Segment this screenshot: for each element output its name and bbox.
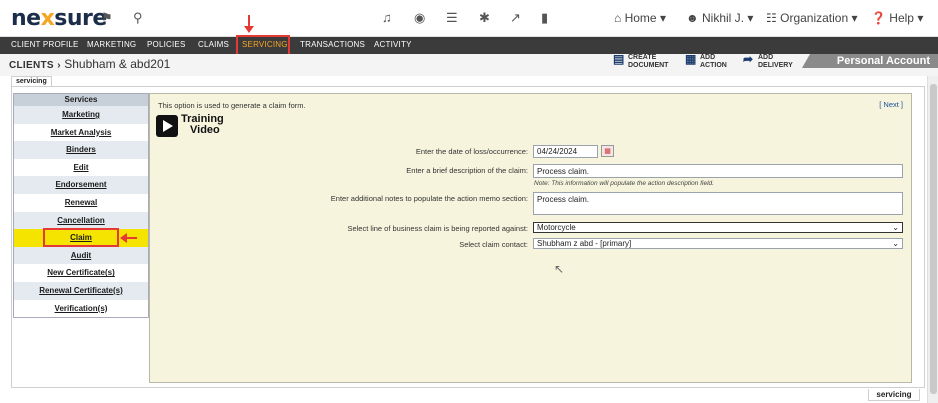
claim-form-panel: This option is used to generate a claim …: [149, 93, 912, 383]
sidebar-item-binders[interactable]: Binders: [14, 141, 148, 159]
nav-activity[interactable]: ACTIVITY: [374, 40, 412, 49]
document-icon: ▤: [613, 52, 625, 66]
annotation-arrowhead-claim: [120, 233, 127, 243]
home-icon: ⌂: [614, 11, 622, 25]
claim-contact-select[interactable]: Shubham z abd - [primary] ⌄: [533, 238, 903, 249]
tab-servicing[interactable]: servicing: [11, 76, 52, 86]
chevron-down-icon: ⌄: [892, 239, 899, 248]
account-type-badge: Personal Account: [802, 54, 938, 68]
sidebar-item-audit[interactable]: Audit: [14, 246, 148, 265]
next-link[interactable]: [ Next ]: [879, 100, 903, 109]
annotation-arrowhead-servicing: [244, 26, 254, 33]
chevron-down-icon: ⌄: [892, 223, 899, 232]
sidebar-item-renewal-certificates[interactable]: Renewal Certificate(s): [14, 281, 148, 300]
training-video-button[interactable]: Training Video: [156, 114, 234, 138]
claim-contact-value: Shubham z abd - [primary]: [537, 239, 632, 248]
line-of-business-select[interactable]: Motorcycle ⌄: [533, 222, 903, 233]
bottom-tab-servicing[interactable]: servicing: [868, 389, 920, 401]
sidebar-heading: Services: [14, 94, 148, 106]
home-menu[interactable]: ⌂ Home ▾: [614, 11, 666, 25]
sidebar-item-endorsement[interactable]: Endorsement: [14, 176, 148, 194]
org-icon: ☷: [766, 11, 777, 25]
sidebar-item-verifications[interactable]: Verification(s): [14, 300, 148, 318]
page-scrollbar[interactable]: [927, 76, 938, 403]
sidebar-item-cancellation[interactable]: Cancellation: [14, 211, 148, 230]
nav-marketing[interactable]: MARKETING: [87, 40, 136, 49]
nexsure-logo[interactable]: nexsure: [11, 6, 107, 31]
delivery-arrow-icon: ➦: [743, 52, 754, 66]
description-label: Enter a brief description of the claim:: [406, 166, 528, 175]
top-bar: nexsure ⚑ ⚲ ♫ ◉ ☰ ✱ ↗ ▮ ⌂ Home ▾ ☻ Nikhi…: [0, 0, 938, 37]
notes-label: Enter additional notes to populate the a…: [330, 194, 528, 203]
add-action-line2: ACTION: [700, 62, 727, 69]
create-document-line1: CREATE: [628, 54, 657, 61]
nav-claims[interactable]: CLAIMS: [198, 40, 229, 49]
nav-client-profile[interactable]: CLIENT PROFILE: [11, 40, 79, 49]
client-header: CLIENTS › Shubham & abd201 ▤ CREATE DOCU…: [0, 53, 938, 76]
line-of-business-value: Motorcycle: [537, 223, 576, 232]
date-of-loss-input[interactable]: [533, 145, 598, 158]
external-link-icon[interactable]: ↗: [510, 10, 521, 26]
play-icon: [156, 115, 178, 137]
add-action-button[interactable]: ▦ ADD ACTION: [685, 53, 727, 70]
description-input[interactable]: [533, 164, 903, 178]
bookmark-icon[interactable]: ▮: [541, 10, 548, 26]
sidebar-item-market-analysis[interactable]: Market Analysis: [14, 124, 148, 142]
add-delivery-line2: DELIVERY: [758, 62, 793, 69]
services-sidebar: Services Marketing Market Analysis Binde…: [13, 93, 149, 318]
description-note: Note: This information will populate the…: [534, 180, 714, 187]
binoculars-icon[interactable]: ⚑: [101, 10, 113, 26]
training-video-line2: Video: [190, 124, 220, 136]
sidebar-item-renewal[interactable]: Renewal: [14, 194, 148, 212]
nav-transactions[interactable]: TRANSACTIONS: [300, 40, 365, 49]
sidebar-item-edit[interactable]: Edit: [14, 159, 148, 177]
add-action-line1: ADD: [700, 54, 716, 61]
breadcrumb-root[interactable]: CLIENTS: [9, 60, 54, 71]
breadcrumb-client: Shubham & abd201: [64, 57, 171, 71]
add-delivery-line1: ADD: [758, 54, 774, 61]
user-menu[interactable]: ☻ Nikhil J. ▾: [686, 11, 753, 25]
main-nav: CLIENT PROFILE MARKETING POLICIES CLAIMS…: [0, 37, 938, 54]
notes-textarea[interactable]: Process claim.: [533, 192, 903, 215]
breadcrumb: CLIENTS › Shubham & abd201: [9, 57, 170, 71]
scrollbar-thumb[interactable]: [930, 84, 937, 394]
user-icon: ☻: [686, 11, 699, 25]
add-delivery-button[interactable]: ➦ ADD DELIVERY: [743, 53, 793, 70]
organization-menu[interactable]: ☷ Organization ▾: [766, 11, 858, 25]
annotation-box-claim: [43, 228, 119, 247]
mouse-cursor-icon: ↖: [554, 262, 565, 276]
annotation-arrow-claim: [126, 237, 137, 239]
asterisk-icon[interactable]: ✱: [479, 10, 490, 26]
create-document-button[interactable]: ▤ CREATE DOCUMENT: [613, 53, 669, 70]
claim-contact-label: Select claim contact:: [459, 240, 528, 249]
sidebar-item-new-certificates[interactable]: New Certificate(s): [14, 264, 148, 282]
search-icon[interactable]: ⚲: [133, 10, 143, 26]
intro-text: This option is used to generate a claim …: [158, 101, 306, 110]
chat-icon[interactable]: ◉: [414, 10, 425, 26]
nav-policies[interactable]: POLICIES: [147, 40, 186, 49]
breadcrumb-separator: ›: [57, 60, 61, 71]
calendar-icon: ▦: [685, 52, 697, 66]
list-icon[interactable]: ☰: [446, 10, 458, 26]
help-menu[interactable]: ❓ Help ▾: [871, 11, 923, 25]
date-label: Enter the date of loss/occurrence:: [415, 147, 528, 156]
line-of-business-label: Select line of business claim is being r…: [347, 224, 528, 233]
create-document-line2: DOCUMENT: [628, 62, 669, 69]
help-icon: ❓: [871, 11, 886, 25]
bell-icon[interactable]: ♫: [382, 10, 392, 25]
calendar-picker-icon[interactable]: ▦: [601, 145, 614, 157]
sidebar-item-marketing[interactable]: Marketing: [14, 106, 148, 124]
